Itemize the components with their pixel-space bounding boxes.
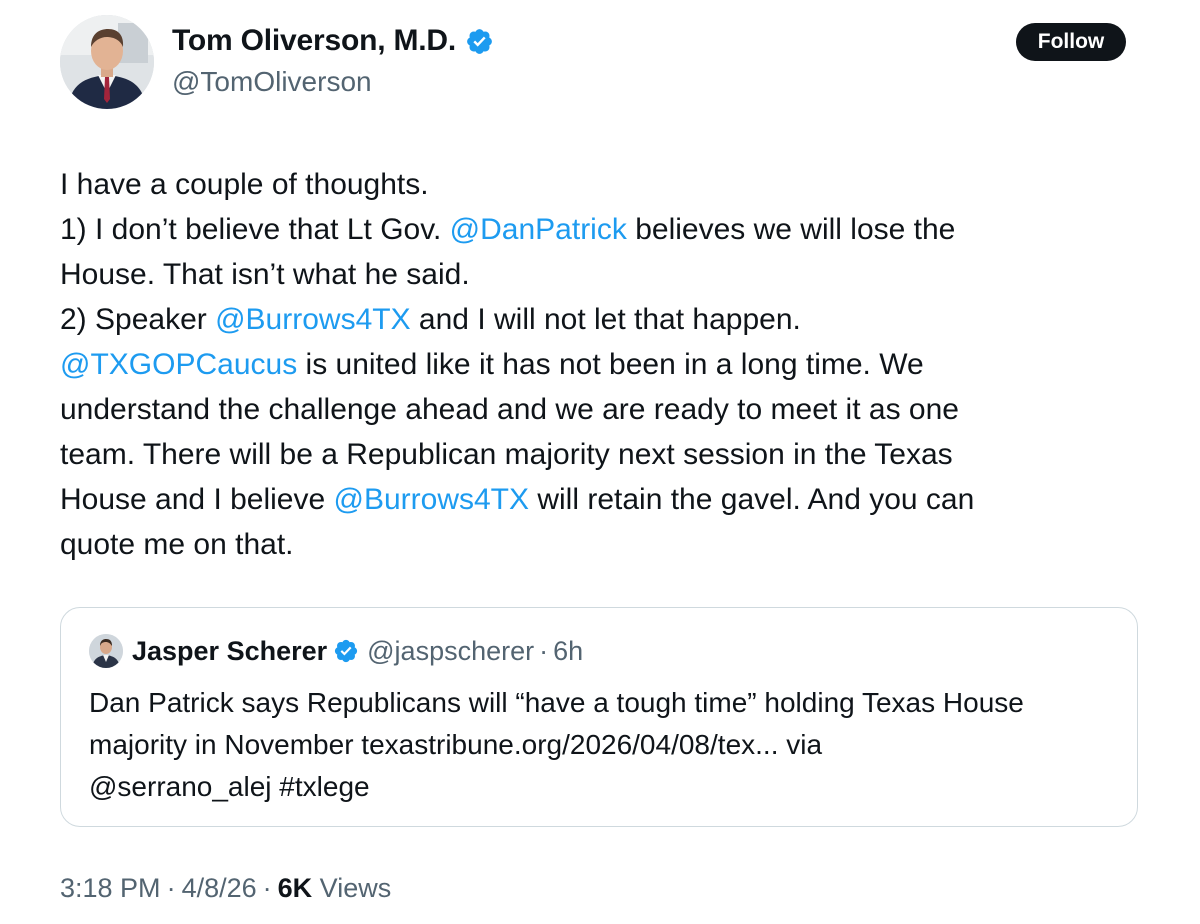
author-avatar[interactable] <box>60 15 154 109</box>
tweet-text-line: understand the challenge ahead and we ar… <box>60 387 1150 432</box>
quoted-text-line: @serrano_alej #txlege <box>89 771 370 802</box>
tweet-text-line: quote me on that. <box>60 522 1150 567</box>
tweet-text-segment: House and I believe <box>60 483 334 516</box>
quoted-tweet-header: Jasper Scherer @jaspscherer · 6h <box>89 634 583 668</box>
follow-button[interactable]: Follow <box>1016 23 1126 61</box>
quoted-author-name[interactable]: Jasper Scherer <box>132 636 327 667</box>
tweet-text-line: team. There will be a Republican majorit… <box>60 432 1150 477</box>
verified-badge-icon[interactable] <box>465 27 494 56</box>
tweet-time[interactable]: 3:18 PM <box>60 873 161 903</box>
quoted-author-handle[interactable]: @jaspscherer <box>367 636 534 667</box>
tweet-text-line: 1) I don’t believe that Lt Gov. @DanPatr… <box>60 207 1150 252</box>
quoted-author-avatar[interactable] <box>89 634 123 668</box>
quoted-text-line: majority in November texastribune.org/20… <box>89 729 823 760</box>
meta-separator: · <box>262 873 272 903</box>
mention-link[interactable]: @Burrows4TX <box>215 303 411 336</box>
avatar-photo <box>60 15 154 109</box>
tweet-date[interactable]: 4/8/26 <box>182 873 257 903</box>
quoted-text-line: Dan Patrick says Republicans will “have … <box>89 687 1024 718</box>
tweet-meta: 3:18 PM · 4/8/26 · 6K Views <box>60 873 391 904</box>
tweet-text-segment: House. That isn’t what he said. <box>60 258 470 291</box>
meta-separator: · <box>166 873 176 903</box>
tweet-text-line: I have a couple of thoughts. <box>60 162 1150 207</box>
views-count: 6K <box>277 873 313 903</box>
tweet-text-segment: believes we will lose the <box>626 213 956 246</box>
quoted-tweet-card[interactable]: Jasper Scherer @jaspscherer · 6h Dan Pat… <box>60 607 1138 827</box>
tweet-text-segment: 2) Speaker <box>60 303 216 336</box>
author-name-row[interactable]: Tom Oliverson, M.D. <box>172 24 494 58</box>
quoted-tweet-text: Dan Patrick says Republicans will “have … <box>89 682 1119 808</box>
tweet-text-segment: 1) I don’t believe that Lt Gov. <box>60 213 450 246</box>
mention-link[interactable]: @DanPatrick <box>450 213 627 246</box>
tweet-text-line: 2) Speaker @Burrows4TX and I will not le… <box>60 297 1150 342</box>
tweet-text-segment: team. There will be a Republican majorit… <box>60 438 953 471</box>
tweet-text-line: House. That isn’t what he said. <box>60 252 1150 297</box>
author-name[interactable]: Tom Oliverson, M.D. <box>172 24 456 58</box>
verified-badge-icon[interactable] <box>333 638 359 664</box>
tweet-text-line: House and I believe @Burrows4TX will ret… <box>60 477 1150 522</box>
tweet-text-segment: quote me on that. <box>60 528 294 561</box>
quoted-separator: · <box>539 635 549 666</box>
tweet-text: I have a couple of thoughts. 1) I don’t b… <box>60 162 1150 567</box>
mention-link[interactable]: @TXGOPCaucus <box>60 348 297 381</box>
tweet-text-segment: and I will not let that happen. <box>410 303 801 336</box>
tweet-text-line: @TXGOPCaucus is united like it has not b… <box>60 342 1150 387</box>
author-handle[interactable]: @TomOliverson <box>172 66 372 98</box>
tweet-text-segment: is united like it has not been in a long… <box>297 348 924 381</box>
quoted-timestamp[interactable]: 6h <box>553 636 583 667</box>
tweet-text-segment: I have a couple of thoughts. <box>60 168 429 201</box>
views-label: Views <box>319 873 392 903</box>
tweet-text-segment: will retain the gavel. And you can <box>529 483 975 516</box>
tweet-text-segment: understand the challenge ahead and we ar… <box>60 393 959 426</box>
mention-link[interactable]: @Burrows4TX <box>334 483 530 516</box>
quoted-avatar-photo <box>89 634 123 668</box>
